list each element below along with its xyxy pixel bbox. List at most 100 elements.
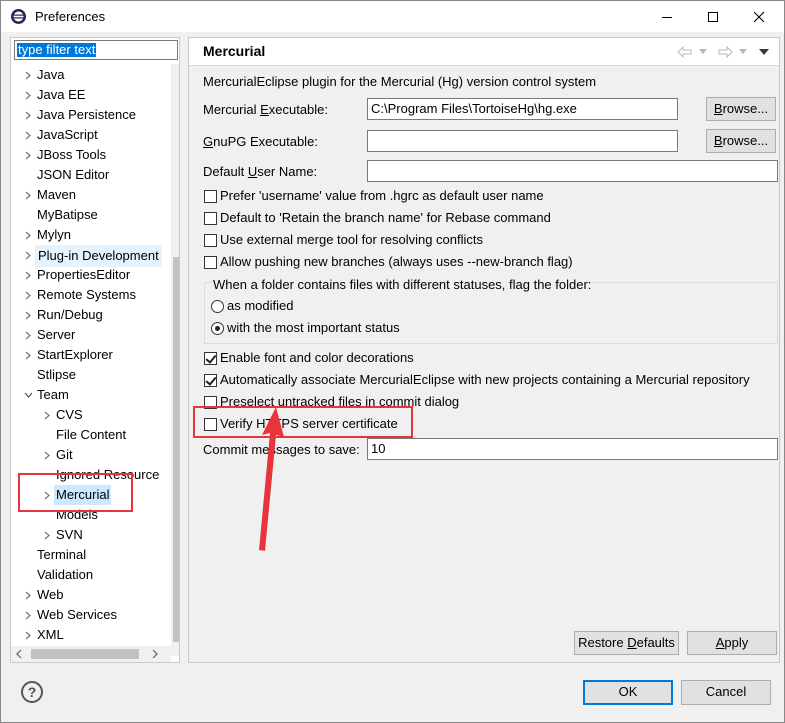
chevron-right-icon[interactable] [23, 625, 33, 645]
close-button[interactable] [736, 1, 782, 32]
scroll-left-icon[interactable] [15, 650, 23, 658]
tree-item[interactable]: Validation [11, 565, 171, 585]
maximize-button[interactable] [690, 1, 736, 32]
tree-item[interactable]: Web [11, 585, 171, 605]
chevron-right-icon[interactable] [42, 405, 52, 425]
tree-horizontal-scroll-thumb[interactable] [31, 649, 139, 659]
commit-messages-input[interactable]: 10 [367, 438, 778, 460]
checkbox[interactable] [204, 256, 217, 269]
checkbox[interactable] [204, 374, 217, 387]
tree-item[interactable]: Mylyn [11, 225, 171, 245]
tree-item[interactable]: SVN [11, 525, 171, 545]
title-bar[interactable]: Preferences [1, 1, 784, 32]
preference-tree[interactable]: Java Java EE Java Persistence JavaScript JBo… [11, 64, 171, 646]
tree-item[interactable]: PropertiesEditor [11, 265, 171, 285]
chevron-right-icon[interactable] [23, 145, 33, 165]
checkbox[interactable] [204, 234, 217, 247]
back-button[interactable] [677, 44, 693, 60]
chevron-right-icon[interactable] [23, 605, 33, 625]
checkbox-label[interactable]: Automatically associate MercurialEclipse… [220, 372, 750, 387]
chevron-right-icon[interactable] [23, 285, 33, 305]
tree-item[interactable]: JSON Editor [11, 165, 171, 185]
tree-item[interactable]: Java [11, 65, 171, 85]
tree-item[interactable]: Maven [11, 185, 171, 205]
tree-item[interactable]: JBoss Tools [11, 145, 171, 165]
minimize-button[interactable] [644, 1, 690, 32]
chevron-right-icon[interactable] [42, 525, 52, 545]
tree-vertical-scroll-thumb[interactable] [173, 257, 179, 642]
tree-item[interactable]: Java EE [11, 85, 171, 105]
chevron-right-icon[interactable] [23, 125, 33, 145]
tree-item[interactable]: StartExplorer [11, 345, 171, 365]
checkbox-label[interactable]: Prefer 'username' value from .hgrc as de… [220, 188, 544, 203]
tree-item[interactable]: Terminal [11, 545, 171, 565]
checkbox-label[interactable]: Default to 'Retain the branch name' for … [220, 210, 551, 225]
browse-executable-button[interactable]: Browse... [706, 97, 776, 121]
view-menu-button[interactable] [759, 44, 769, 60]
tree-item[interactable]: MyBatipse [11, 205, 171, 225]
chevron-right-icon[interactable] [23, 345, 33, 365]
restore-defaults-button[interactable]: Restore Defaults [574, 631, 679, 655]
checkbox[interactable] [204, 352, 217, 365]
radio-label[interactable]: with the most important status [227, 320, 400, 335]
checkbox-label[interactable]: Allow pushing new branches (always uses … [220, 254, 573, 269]
back-menu-button[interactable] [699, 44, 707, 60]
tree-item[interactable]: Plug-in Development [11, 245, 171, 267]
chevron-right-icon[interactable] [23, 305, 33, 325]
scroll-right-icon[interactable] [151, 650, 159, 658]
checkbox[interactable] [204, 190, 217, 203]
apply-button[interactable]: Apply [687, 631, 777, 655]
tree-item[interactable]: Run/Debug [11, 305, 171, 325]
chevron-right-icon[interactable] [23, 585, 33, 605]
close-icon [753, 11, 765, 22]
executable-input[interactable]: C:\Program Files\TortoiseHg\hg.exe [367, 98, 678, 120]
cancel-button[interactable]: Cancel [681, 680, 771, 705]
tree-item[interactable]: Server [11, 325, 171, 345]
chevron-right-icon[interactable] [42, 445, 52, 465]
gnupg-input[interactable] [367, 130, 678, 152]
checkbox-label[interactable]: Use external merge tool for resolving co… [220, 232, 483, 247]
gnupg-label-mnemonic: G [203, 134, 214, 149]
tree-item-label: Team [37, 387, 69, 402]
radio-button[interactable] [211, 300, 224, 313]
tree-item[interactable]: Web Services [11, 605, 171, 625]
chevron-right-icon[interactable] [23, 105, 33, 125]
browse-label-post: rowse... [722, 101, 769, 116]
help-button[interactable]: ? [21, 681, 43, 703]
tree-item-label: XML [37, 627, 64, 642]
browse-label-mnemonic: B [713, 133, 723, 148]
annotation-arrow [259, 407, 284, 551]
tree-vertical-scrollbar[interactable] [171, 64, 179, 656]
tree-item[interactable]: Team [11, 385, 171, 405]
tree-item[interactable]: Git [11, 445, 171, 465]
username-label-pre: Default [203, 164, 248, 179]
tree-item[interactable]: Remote Systems [11, 285, 171, 305]
radio-label[interactable]: as modified [227, 298, 293, 313]
tree-item[interactable]: XML [11, 625, 171, 645]
chevron-right-icon[interactable] [23, 225, 33, 245]
chevron-right-icon[interactable] [23, 265, 33, 285]
chevron-right-icon[interactable] [23, 85, 33, 105]
tree-item[interactable]: Java Persistence [11, 105, 171, 125]
chevron-right-icon[interactable] [23, 245, 33, 265]
tree-horizontal-scrollbar[interactable] [11, 646, 171, 662]
chevron-down-icon[interactable] [23, 385, 33, 405]
ok-button[interactable]: OK [583, 680, 673, 705]
browse-gnupg-button[interactable]: Browse... [706, 129, 776, 153]
annotation-box-verify-https [193, 406, 413, 438]
tree-item[interactable]: Stlipse [11, 365, 171, 385]
tree-item[interactable]: File Content [11, 425, 171, 445]
radio-button[interactable] [211, 322, 224, 335]
chevron-right-icon[interactable] [23, 185, 33, 205]
chevron-right-icon[interactable] [23, 325, 33, 345]
filter-input[interactable]: type filter text [14, 40, 178, 60]
forward-menu-button[interactable] [739, 44, 747, 60]
forward-button[interactable] [717, 44, 733, 60]
tree-item[interactable]: CVS [11, 405, 171, 425]
username-input[interactable] [367, 160, 778, 182]
chevron-right-icon[interactable] [23, 65, 33, 85]
checkbox[interactable] [204, 212, 217, 225]
eclipse-app-icon [11, 9, 26, 24]
checkbox-label[interactable]: Enable font and color decorations [220, 350, 414, 365]
tree-item[interactable]: JavaScript [11, 125, 171, 145]
